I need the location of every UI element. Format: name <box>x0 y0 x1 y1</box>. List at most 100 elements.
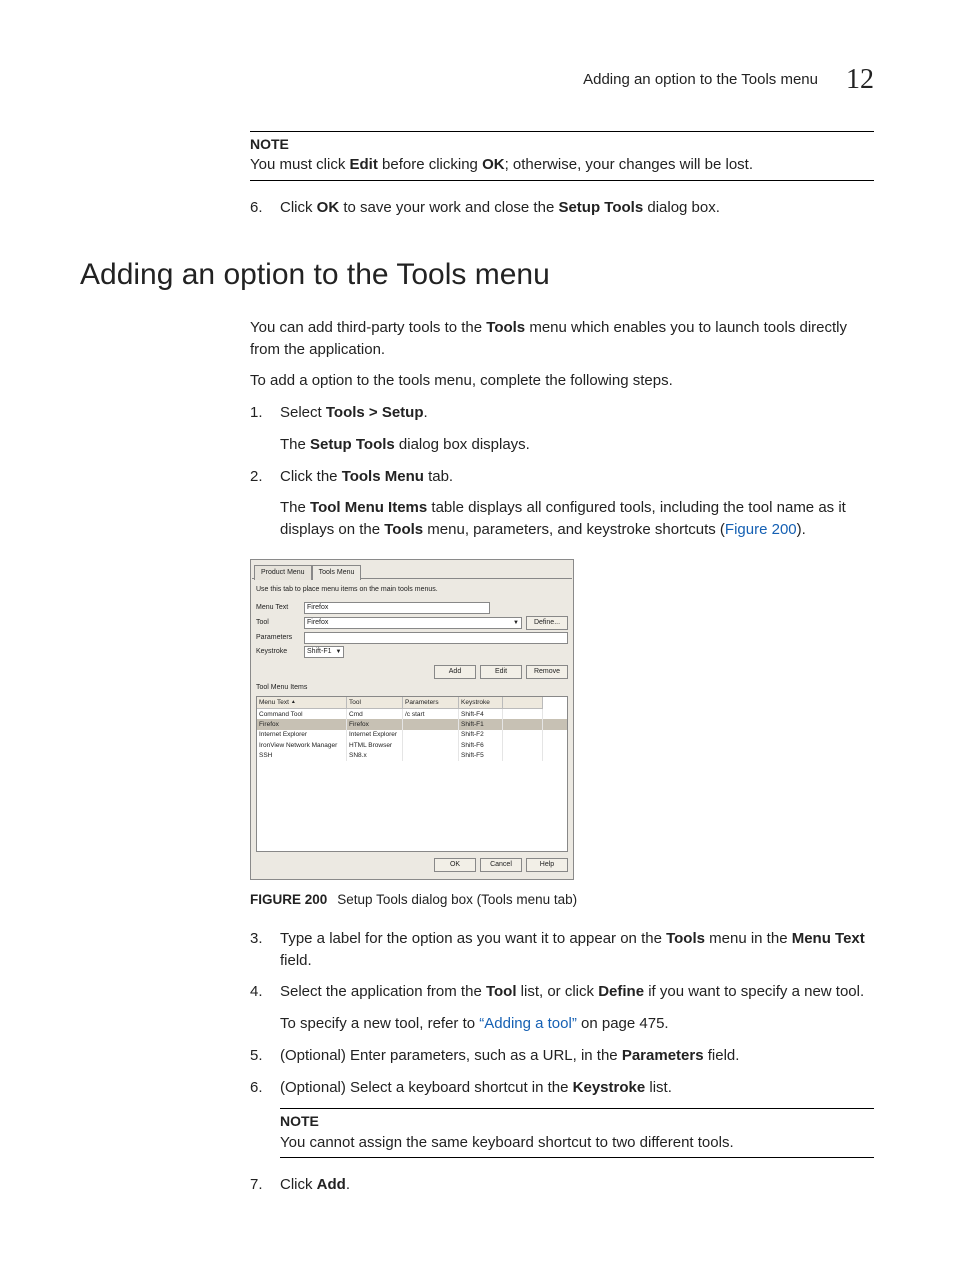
add-button[interactable]: Add <box>434 665 476 679</box>
step-number: 7. <box>250 1174 270 1196</box>
cell-tool: Internet Explorer <box>347 730 403 740</box>
t: Select the application from the <box>280 983 486 1000</box>
note-block: NOTE You must click Edit before clicking… <box>250 131 874 181</box>
table-row[interactable]: IronView Network ManagerHTML Browser Shif… <box>257 740 567 750</box>
dialog-description: Use this tab to place menu items on the … <box>252 579 572 601</box>
table-row[interactable]: Internet ExplorerInternet Explorer Shift-… <box>257 730 567 740</box>
step-body: Click the Tools Menu tab. <box>280 466 874 488</box>
figure-caption: FIGURE 200Setup Tools dialog box (Tools … <box>250 890 874 910</box>
tab-tools-menu[interactable]: Tools Menu <box>312 565 362 580</box>
t: The <box>280 499 310 516</box>
step-number: 2. <box>250 466 270 541</box>
note-text: You cannot assign the same keyboard shor… <box>280 1132 874 1154</box>
note-edit-bold: Edit <box>350 156 378 173</box>
t-bold: Tools <box>384 521 423 538</box>
dropdown-keystroke[interactable]: Shift-F1 ▼ <box>304 646 344 658</box>
t-bold: Menu Text <box>792 930 865 947</box>
step-body: Click Add. <box>280 1174 874 1196</box>
t-bold: Setup Tools <box>310 436 395 453</box>
tool-items-table: Menu Text▲ Tool Parameters Keystroke Com… <box>256 696 568 853</box>
intro-paragraph-2: To add a option to the tools menu, compl… <box>250 370 874 392</box>
cross-reference-link[interactable]: “Adding a tool” <box>479 1015 577 1032</box>
cell-menu_text: Firefox <box>257 719 347 729</box>
step-sub: The Setup Tools dialog box displays. <box>280 434 874 456</box>
cell-menu_text: Command Tool <box>257 709 347 719</box>
table-row[interactable]: SSHSN8.xShift-F5 <box>257 751 567 761</box>
step-sub: To specify a new tool, refer to “Adding … <box>280 1013 874 1035</box>
col-parameters[interactable]: Parameters <box>403 697 459 709</box>
col-tool[interactable]: Tool <box>347 697 403 709</box>
t: tab. <box>424 468 453 485</box>
t: field. <box>704 1047 740 1064</box>
step-number: 3. <box>250 928 270 972</box>
t: dialog box displays. <box>395 436 530 453</box>
cell-menu_text: Internet Explorer <box>257 730 347 740</box>
cancel-button[interactable]: Cancel <box>480 858 522 872</box>
t: ). <box>797 521 806 538</box>
dropdown-tool-value: Firefox <box>307 618 328 628</box>
note-block: NOTE You cannot assign the same keyboard… <box>280 1108 874 1158</box>
cell-tool: Cmd <box>347 709 403 719</box>
input-menu-text[interactable]: Firefox <box>304 602 490 614</box>
cell-keystroke: Shift-F2 <box>459 730 503 740</box>
table-empty-area <box>257 761 567 851</box>
input-parameters[interactable] <box>304 632 568 644</box>
t: to save your work and close the <box>339 199 558 216</box>
help-button[interactable]: Help <box>526 858 568 872</box>
cell-spacer <box>503 709 543 719</box>
remove-button[interactable]: Remove <box>526 665 568 679</box>
t-bold: Define <box>598 983 644 1000</box>
t: . <box>346 1176 350 1193</box>
cell-menu_text: IronView Network Manager <box>257 740 347 750</box>
t: You can add third-party tools to the <box>250 319 486 336</box>
table-row[interactable]: Command ToolCmd/c startShift-F4 <box>257 709 567 719</box>
cell-spacer <box>503 719 543 729</box>
figure-caption-text: Setup Tools dialog box (Tools menu tab) <box>337 892 577 907</box>
tab-product-menu[interactable]: Product Menu <box>254 565 312 580</box>
figure-reference-link[interactable]: Figure 200 <box>725 521 797 538</box>
t-bold: Tools <box>486 319 525 336</box>
step-number: 4. <box>250 981 270 1035</box>
cell-keystroke: Shift-F6 <box>459 740 503 750</box>
dropdown-tool[interactable]: Firefox ▼ <box>304 617 522 629</box>
header-chapter-number: 12 <box>846 60 874 101</box>
step-sub: The Tool Menu Items table displays all c… <box>280 497 874 541</box>
note-label: NOTE <box>250 134 874 154</box>
t-bold: Parameters <box>622 1047 704 1064</box>
t: Click <box>280 1176 317 1193</box>
note-label: NOTE <box>280 1111 874 1131</box>
chevron-down-icon: ▼ <box>513 619 519 628</box>
note-ok-bold: OK <box>482 156 505 173</box>
step-body: Click OK to save your work and close the… <box>280 197 874 219</box>
t: on page 475. <box>577 1015 669 1032</box>
step-number: 6. <box>250 1077 270 1099</box>
col-menu-text[interactable]: Menu Text▲ <box>257 697 347 709</box>
step-number: 6. <box>250 197 270 219</box>
t: (Optional) Enter parameters, such as a U… <box>280 1047 622 1064</box>
cell-parameters <box>403 751 459 761</box>
ok-button[interactable]: OK <box>434 858 476 872</box>
cell-parameters <box>403 740 459 750</box>
note-mid: before clicking <box>378 156 482 173</box>
step-body: Type a label for the option as you want … <box>280 928 874 972</box>
col-keystroke[interactable]: Keystroke <box>459 697 503 709</box>
define-button[interactable]: Define... <box>526 616 568 630</box>
t: dialog box. <box>643 199 720 216</box>
t: The <box>280 436 310 453</box>
label-menu-text: Menu Text <box>256 603 300 613</box>
t: Click <box>280 199 317 216</box>
cell-tool: Firefox <box>347 719 403 729</box>
label-keystroke: Keystroke <box>256 647 300 657</box>
col-spacer <box>503 697 543 709</box>
t: Select <box>280 404 326 421</box>
t: field. <box>280 952 312 969</box>
cell-tool: HTML Browser <box>347 740 403 750</box>
t: Click the <box>280 468 342 485</box>
dropdown-keystroke-value: Shift-F1 <box>307 647 332 657</box>
table-row[interactable]: FirefoxFirefoxShift-F1 <box>257 719 567 729</box>
section-heading: Adding an option to the Tools menu <box>80 253 874 297</box>
t: list. <box>645 1079 672 1096</box>
cell-tool: SN8.x <box>347 751 403 761</box>
edit-button[interactable]: Edit <box>480 665 522 679</box>
label-parameters: Parameters <box>256 633 300 643</box>
